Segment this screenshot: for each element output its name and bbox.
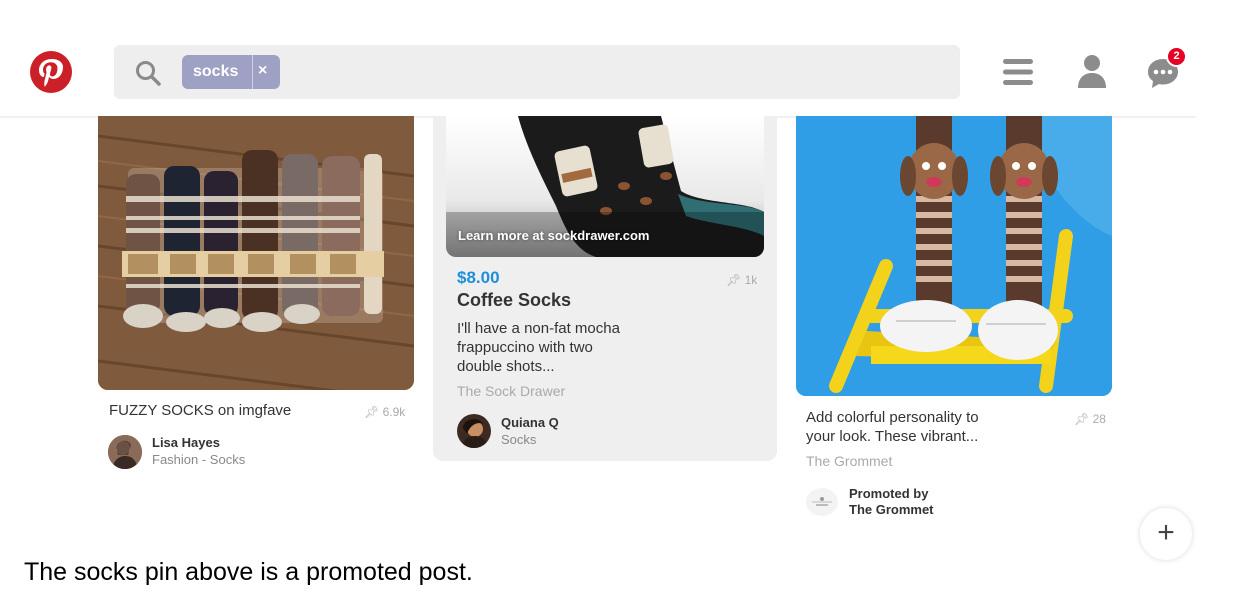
save-count: 📌︎ 1k <box>726 273 757 287</box>
search-chip[interactable]: socks × <box>182 55 280 89</box>
promoter-name[interactable]: The Grommet <box>849 502 934 517</box>
pin-source[interactable]: The Grommet <box>806 453 892 469</box>
grommet-socks-photo <box>796 116 1112 396</box>
save-count-value: 1k <box>744 273 758 287</box>
pin-title[interactable]: Coffee Socks <box>457 290 571 311</box>
pin-description-line: Add colorful personality to <box>806 409 979 426</box>
search-chip-label: socks <box>193 63 239 80</box>
fuzzy-socks-photo <box>98 116 414 390</box>
pin-image-grommet-socks[interactable] <box>796 116 1112 396</box>
pinterest-logo[interactable] <box>30 51 72 93</box>
save-count-value: 6.9k <box>382 405 406 419</box>
search-icon[interactable] <box>134 59 162 87</box>
notification-badge: 2 <box>1166 46 1187 67</box>
pin-image-coffee-socks[interactable]: Learn more at sockdrawer.com <box>446 116 764 257</box>
page-caption: The socks pin above is a promoted post. <box>24 558 473 586</box>
pin-icon: 📌︎ <box>364 405 380 419</box>
user-icon[interactable] <box>1076 54 1108 88</box>
avatar-photo <box>457 414 491 448</box>
learn-more-link[interactable]: Learn more at sockdrawer.com <box>458 228 649 243</box>
pinterest-p-icon <box>39 59 63 87</box>
chip-divider <box>252 55 253 89</box>
pinner-name[interactable]: Quiana Q <box>501 415 559 430</box>
pin-icon: 📌︎ <box>726 273 742 287</box>
avatar[interactable] <box>457 414 491 448</box>
board-name[interactable]: Fashion - Socks <box>152 452 245 467</box>
pin-price: $8.00 <box>457 268 500 287</box>
board-name[interactable]: Socks <box>501 432 536 447</box>
hamburger-menu-icon[interactable] <box>1002 56 1034 88</box>
pin-description-line: your look. These vibrant... <box>806 428 979 445</box>
search-bar[interactable]: socks × <box>114 45 960 99</box>
promoter-logo[interactable] <box>806 488 838 516</box>
save-count: 📌︎ 28 <box>1074 412 1106 426</box>
pin-description-line: frappuccino with two <box>457 339 593 356</box>
pin-icon: 📌︎ <box>1074 412 1090 426</box>
pin-source[interactable]: The Sock Drawer <box>457 383 565 399</box>
pin-description-line: I'll have a non-fat mocha <box>457 320 620 337</box>
pin-image-fuzzy-socks[interactable] <box>98 116 414 390</box>
pin-description: FUZZY SOCKS on imgfave <box>109 402 292 419</box>
avatar-photo <box>108 435 142 469</box>
pin-description-line: double shots... <box>457 358 555 375</box>
close-icon[interactable]: × <box>258 62 267 80</box>
promoted-by-label: Promoted by <box>849 486 929 501</box>
save-count: 📌︎ 6.9k <box>364 405 405 419</box>
avatar[interactable] <box>108 435 142 469</box>
save-count-value: 28 <box>1092 412 1106 426</box>
grommet-logo-icon <box>812 497 832 506</box>
add-button[interactable]: + <box>1140 508 1192 560</box>
pinner-name[interactable]: Lisa Hayes <box>152 435 220 450</box>
